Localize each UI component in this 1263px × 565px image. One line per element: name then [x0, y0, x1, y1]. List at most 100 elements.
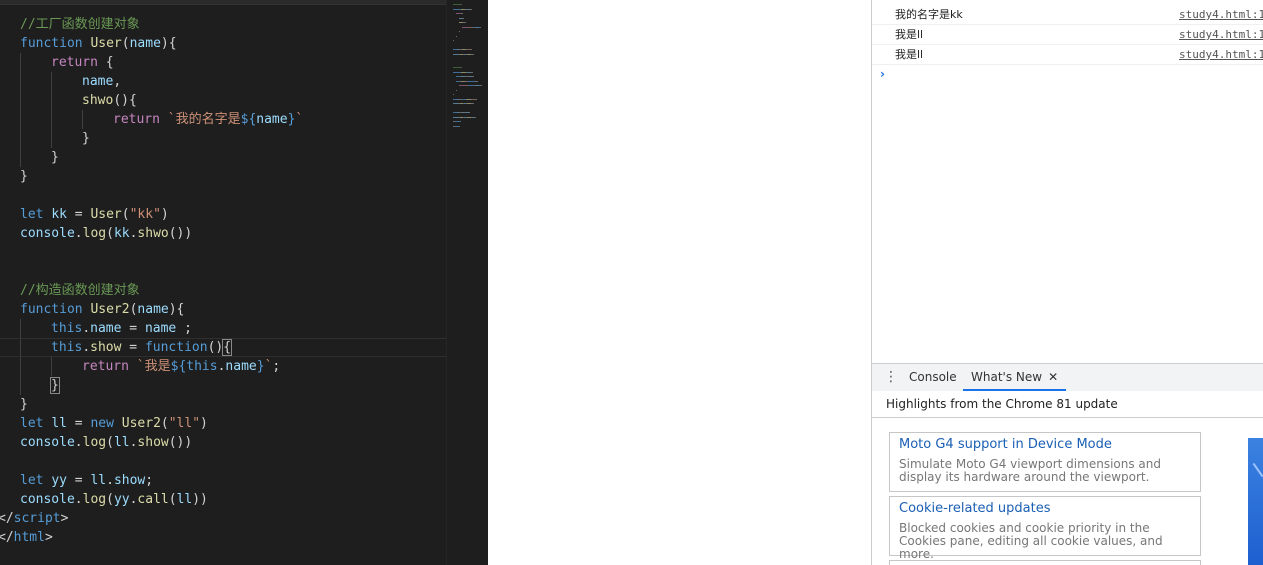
code-token: `我是 [136, 359, 171, 374]
code-token: ) [160, 207, 169, 222]
console-source-link[interactable]: study4.html:1 [1179, 5, 1263, 24]
code-token: ${ [170, 359, 187, 374]
code-token: return [51, 55, 98, 70]
code-token: ( [121, 36, 130, 51]
code-token: = [66, 207, 91, 222]
feature-card-title[interactable]: Cookie-related updates [899, 501, 1051, 516]
code-line[interactable]: return `我的名字是${name}` [0, 110, 446, 129]
minimap-stroke [477, 80, 478, 82]
code-token: log [82, 492, 107, 507]
code-line[interactable]: return `我是${this.name}`; [0, 357, 446, 376]
highlights-title: Highlights from the Chrome 81 update [886, 397, 1118, 411]
code-token: show [113, 473, 146, 488]
indent-guide [20, 319, 21, 338]
code-token: = [121, 340, 145, 355]
code-token: log [82, 435, 107, 450]
code-token: show [90, 340, 122, 355]
code-line[interactable]: } [0, 148, 446, 167]
tab-console[interactable]: Console [909, 364, 957, 391]
code-line[interactable]: //构造函数创建对象 [0, 281, 446, 300]
code-line-content: } [50, 376, 60, 395]
code-line-content: shwo(){ [82, 91, 137, 110]
minimap-stroke [471, 103, 474, 104]
editor-top-edge [0, 0, 446, 5]
code-line-content: //构造函数创建对象 [20, 281, 140, 300]
code-line-content: let kk = User("kk") [20, 205, 169, 224]
code-line[interactable] [0, 186, 446, 205]
minimap-stroke [469, 112, 470, 113]
code-lines[interactable]: //工厂函数创建对象 function User(name){return {na… [0, 15, 446, 547]
editor-minimap[interactable] [446, 0, 488, 565]
code-token: ${ [240, 112, 257, 127]
code-line[interactable]: } [0, 395, 446, 414]
code-line[interactable]: console.log(yy.call(ll)) [0, 490, 446, 509]
code-line[interactable] [0, 452, 446, 471]
code-line[interactable]: function User2(name){ [0, 300, 446, 319]
console-source-link[interactable]: study4.html:1 [1179, 25, 1263, 44]
code-token: ()) [168, 435, 193, 450]
code-token: console [20, 226, 75, 241]
devtools-panel: 我的名字是kk study4.html:1 我是ll study4.html:1… [871, 0, 1263, 565]
code-line[interactable]: } [0, 376, 446, 395]
drawer-menu-icon[interactable]: ⋮ [884, 368, 898, 386]
code-line[interactable]: return { [0, 53, 446, 72]
code-line-content: //工厂函数创建对象 [20, 15, 140, 34]
code-token: ( [106, 435, 114, 450]
console-prompt[interactable]: › [872, 65, 1263, 85]
code-token: return [113, 112, 168, 127]
code-line[interactable]: let kk = User("kk") [0, 205, 446, 224]
indent-guide [20, 110, 21, 129]
feature-card[interactable]: Cookie-related updates Blocked cookies a… [889, 496, 1201, 561]
code-token: "ll" [168, 416, 201, 431]
code-editor[interactable]: //工厂函数创建对象 function User(name){return {na… [0, 0, 488, 565]
code-line[interactable]: let ll = new User2("ll") [0, 414, 446, 433]
indent-guide [51, 91, 52, 110]
code-token: name [256, 112, 288, 127]
code-token: name [144, 321, 177, 336]
code-line[interactable]: let yy = ll.show; [0, 471, 446, 490]
minimap-stroke [461, 13, 463, 14]
code-line[interactable]: name, [0, 72, 446, 91]
feature-card-title[interactable]: Moto G4 support in Device Mode [899, 437, 1112, 452]
code-line[interactable]: this.name = name ; [0, 319, 446, 338]
code-token: , [113, 74, 122, 89]
code-token: User2 [90, 302, 130, 317]
indent-guide [20, 129, 21, 148]
minimap-stroke [453, 4, 462, 5]
indent-guide [51, 357, 52, 376]
code-line[interactable]: } [0, 129, 446, 148]
code-token: console [20, 492, 75, 507]
close-icon[interactable]: ✕ [1048, 370, 1058, 384]
code-line[interactable]: this.show = function(){ [0, 338, 446, 357]
code-token: ( [106, 492, 114, 507]
code-token: } [50, 377, 60, 394]
code-line[interactable]: </html> [0, 528, 446, 547]
tab-whats-new[interactable]: What's New ✕ [963, 364, 1067, 391]
code-line[interactable]: } [0, 167, 446, 186]
code-token: . [82, 321, 91, 336]
code-token: > [60, 511, 69, 526]
code-line[interactable]: </script> [0, 509, 446, 528]
minimap-stroke [472, 76, 474, 77]
code-token: //工厂函数创建对象 [20, 17, 140, 32]
code-line-content: return `我是${this.name}`; [82, 357, 280, 376]
code-token: ( [106, 226, 114, 241]
code-line[interactable]: console.log(kk.shwo()) [0, 224, 446, 243]
code-token: show [137, 435, 169, 450]
code-line[interactable] [0, 243, 446, 262]
code-token: ; [145, 473, 154, 488]
code-token: let [20, 416, 52, 431]
indent-guide [51, 129, 52, 148]
indent-guide [20, 376, 21, 395]
code-line-content: function User(name){ [20, 34, 177, 53]
console-source-link[interactable]: study4.html:1 [1179, 45, 1263, 64]
code-line[interactable]: function User(name){ [0, 34, 446, 53]
feature-card[interactable] [889, 560, 1201, 565]
code-line[interactable]: console.log(ll.show()) [0, 433, 446, 452]
code-line[interactable]: shwo(){ [0, 91, 446, 110]
code-line[interactable]: //工厂函数创建对象 [0, 15, 446, 34]
code-token: (){ [113, 93, 137, 108]
minimap-stroke [459, 31, 460, 32]
feature-card[interactable]: Moto G4 support in Device Mode Simulate … [889, 432, 1201, 492]
code-line[interactable] [0, 262, 446, 281]
